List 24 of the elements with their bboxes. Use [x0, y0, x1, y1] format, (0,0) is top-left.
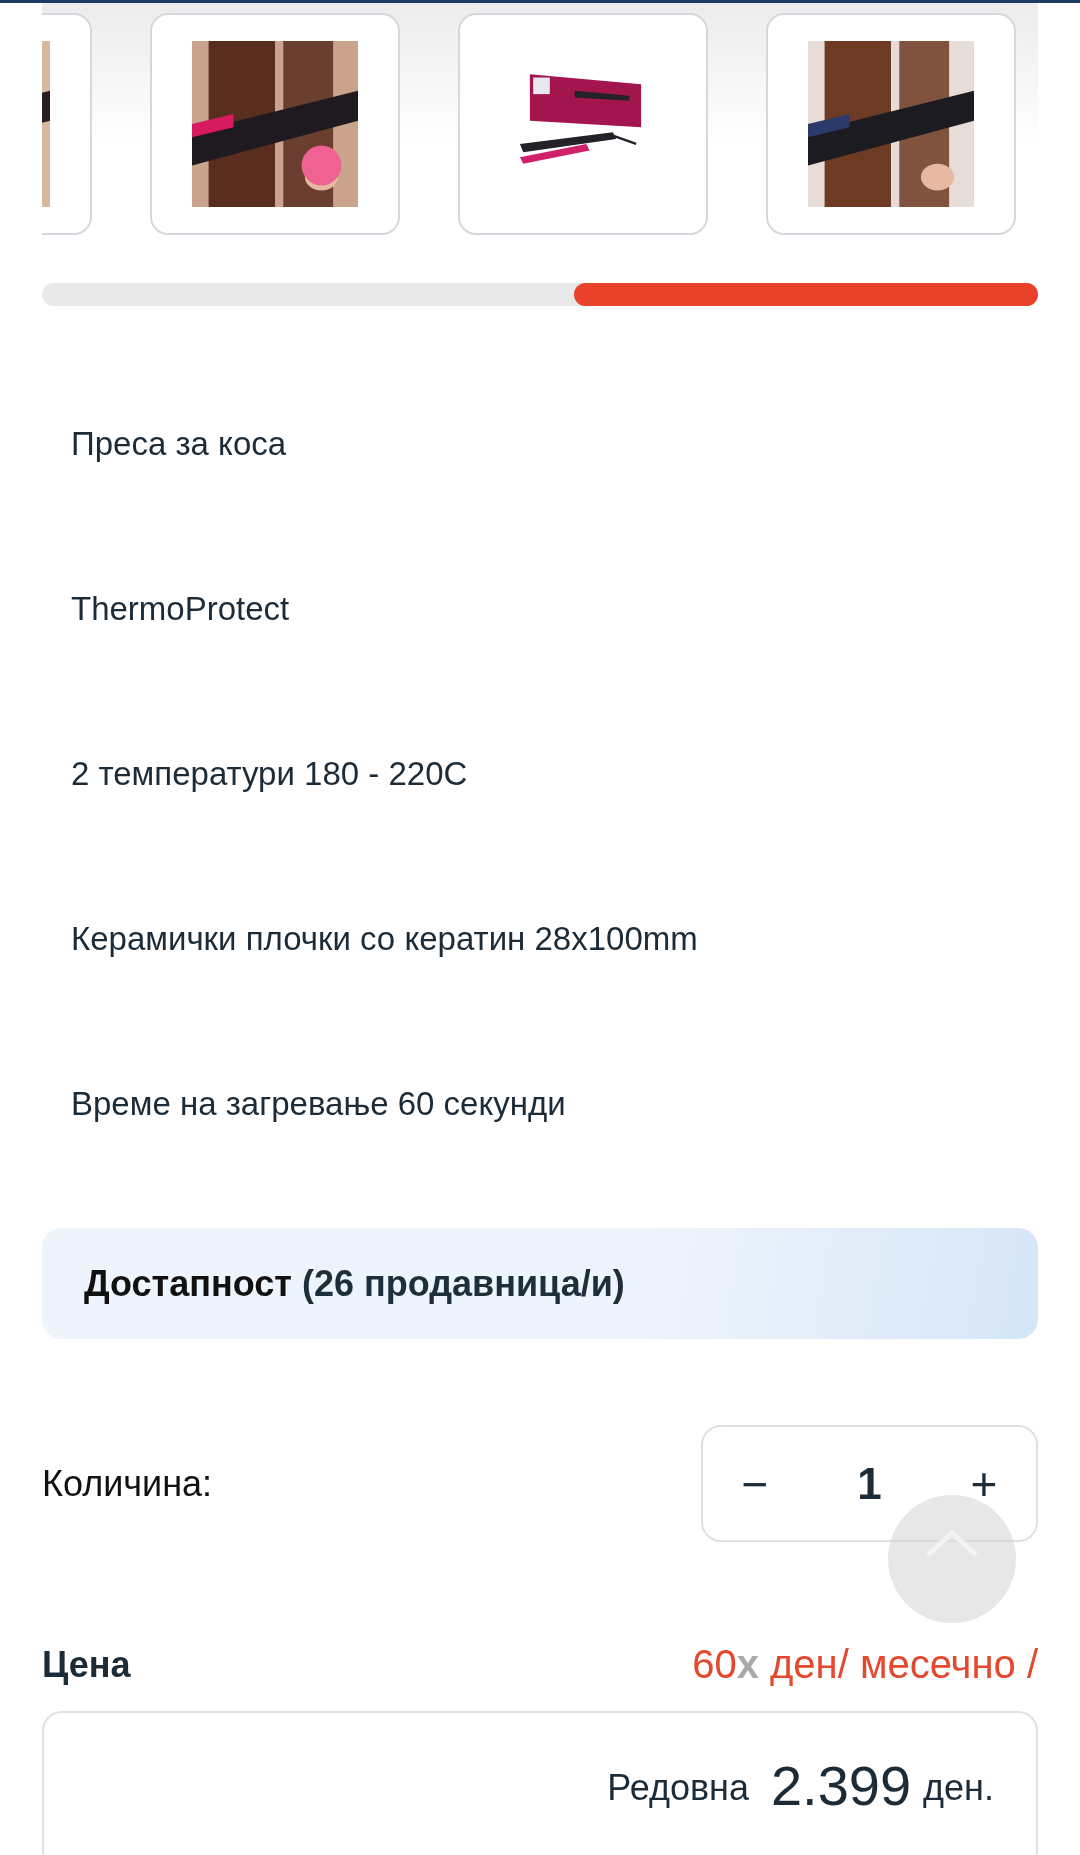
decrement-button[interactable]: −: [725, 1456, 785, 1511]
feature-text: ThermoProtect: [71, 589, 291, 629]
quantity-value: 1: [857, 1458, 882, 1509]
feature-text: Керамички плочки со кератин 28x100mm: [71, 919, 699, 959]
regular-price-label: Редовна: [607, 1767, 749, 1809]
price-heading: Цена: [42, 1643, 131, 1686]
installment-unit: ден/ месечно /: [770, 1642, 1038, 1686]
availability-label: Достапност: [84, 1262, 292, 1305]
feature-text: Преса за коса: [71, 424, 288, 464]
regular-price: 2.399: [770, 1753, 912, 1818]
thumbnail[interactable]: [766, 13, 1016, 235]
multiply-sign: x: [736, 1642, 759, 1686]
feature-text: 2 температури 180 - 220C: [71, 754, 469, 794]
carousel-scrollbar[interactable]: [42, 283, 1038, 306]
installment-count: 60: [692, 1642, 737, 1686]
store-count: (26 продавница/и): [301, 1262, 625, 1305]
thumbnail[interactable]: [458, 13, 708, 235]
increment-button[interactable]: +: [954, 1456, 1014, 1511]
chevron-up-icon: [924, 1529, 980, 1559]
quantity-label: Количина:: [42, 1462, 213, 1505]
availability-bar[interactable]: Достапност (26 продавница/и): [42, 1228, 1038, 1339]
feature-text: Време на загревање 60 секунди: [71, 1084, 567, 1124]
currency-label: ден.: [923, 1767, 994, 1809]
thumbnail[interactable]: [150, 13, 400, 235]
